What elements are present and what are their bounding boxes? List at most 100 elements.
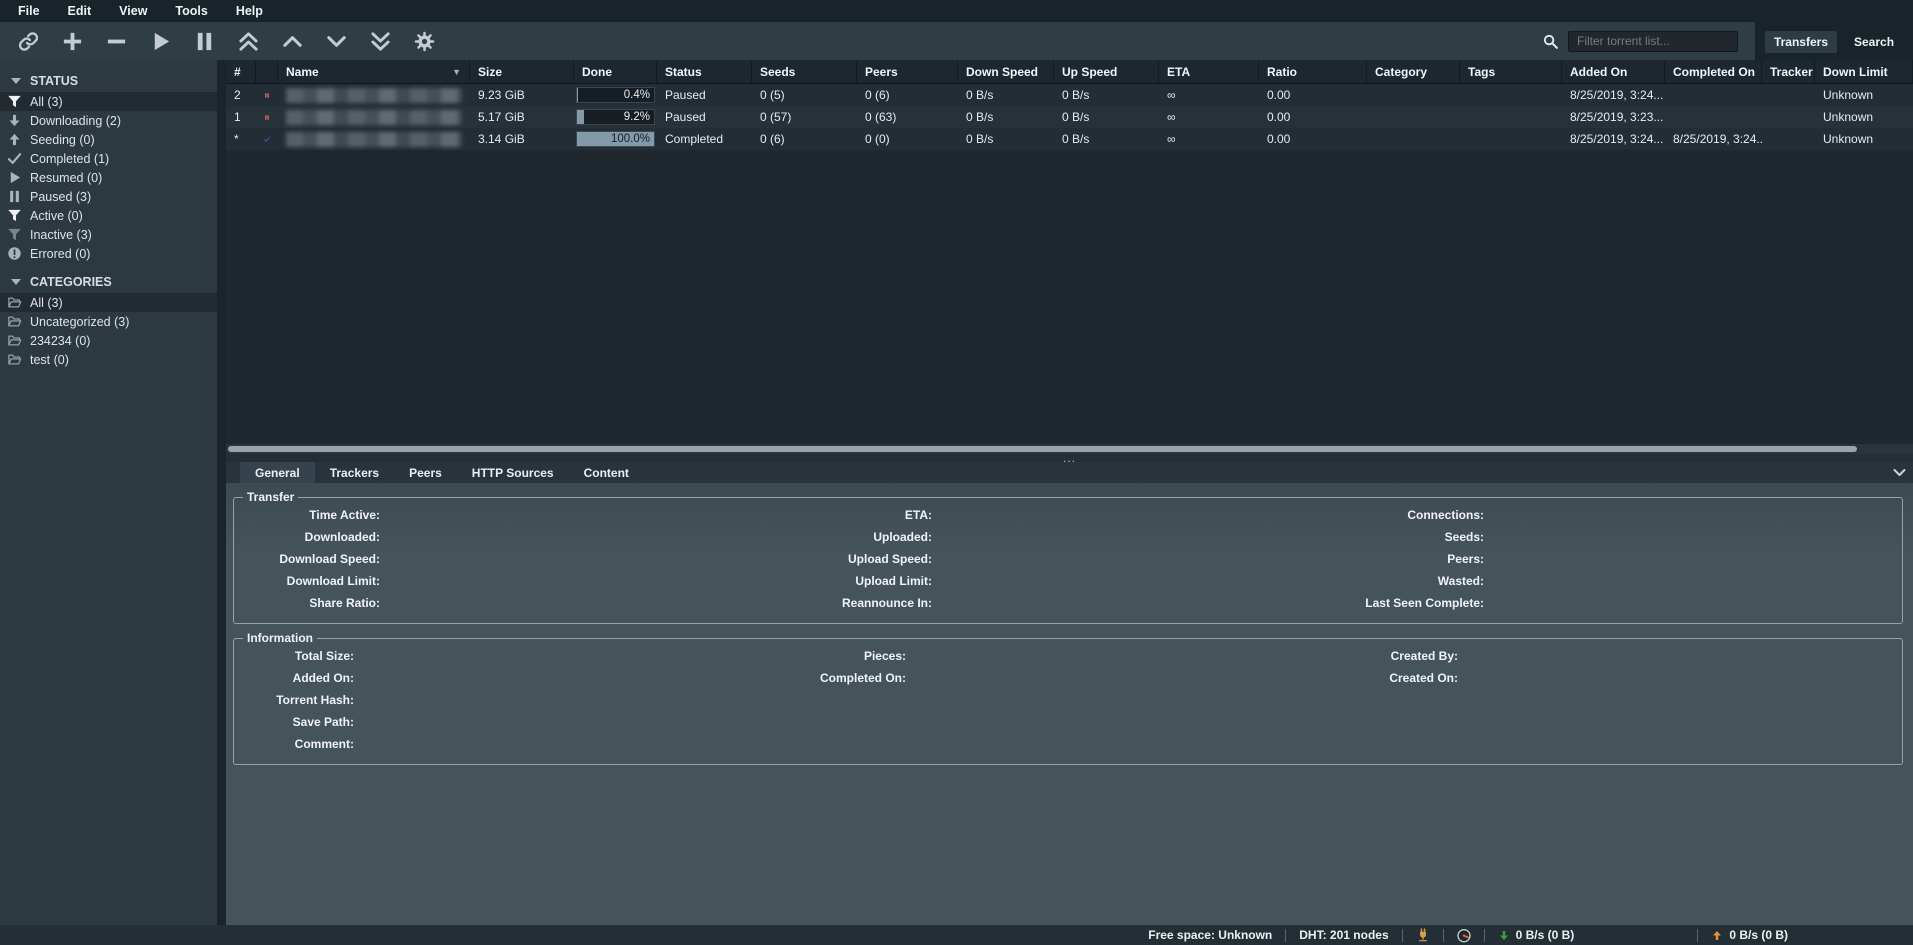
section-legend: Information [243, 631, 317, 645]
tab-peers[interactable]: Peers [394, 462, 457, 483]
view-tab-search[interactable]: Search [1845, 31, 1903, 53]
cell-peers: 0 (0) [857, 128, 958, 150]
double-chevron-up-icon [237, 30, 260, 53]
menu-tools[interactable]: Tools [161, 2, 221, 20]
torrent-row[interactable]: 15.17 GiB9.2%Paused0 (57)0 (63)0 B/s0 B/… [226, 106, 1913, 128]
col-header-state[interactable] [256, 60, 278, 83]
add-torrent-link-button[interactable] [6, 25, 50, 57]
sidebar-item-status-completed-1[interactable]: Completed (1) [0, 149, 217, 168]
col-header-down-speed[interactable]: Down Speed [958, 60, 1054, 83]
col-header-[interactable]: # [226, 60, 256, 83]
col-header-added-on[interactable]: Added On [1562, 60, 1665, 83]
col-header-status[interactable]: Status [657, 60, 752, 83]
scrollbar-thumb[interactable] [228, 446, 1857, 452]
col-header-up-speed[interactable]: Up Speed [1054, 60, 1159, 83]
menu-file[interactable]: File [4, 2, 54, 20]
sidebar-header-status[interactable]: STATUS [0, 70, 217, 92]
move-bottom-button[interactable] [358, 25, 402, 57]
col-header-size[interactable]: Size [470, 60, 574, 83]
move-up-button[interactable] [270, 25, 314, 57]
field-label-added-on: Added On: [240, 667, 354, 689]
cell-down_limit: Unknown [1815, 84, 1913, 106]
pause-icon [193, 30, 216, 53]
tab-trackers[interactable]: Trackers [315, 462, 394, 483]
col-header-seeds[interactable]: Seeds [752, 60, 857, 83]
sidebar-item-status-paused-3[interactable]: Paused (3) [0, 187, 217, 206]
resume-button[interactable] [138, 25, 182, 57]
delete-torrent-button[interactable] [94, 25, 138, 57]
move-down-button[interactable] [314, 25, 358, 57]
view-tab-transfers[interactable]: Transfers [1765, 31, 1837, 53]
sidebar-item-label: test (0) [30, 353, 69, 367]
sidebar-item-categories-all-3[interactable]: All (3) [0, 293, 217, 312]
sidebar-section-status: STATUSAll (3)Downloading (2)Seeding (0)C… [0, 70, 217, 263]
view-switcher: Transfers Search [1755, 0, 1913, 60]
tab-general[interactable]: General [240, 462, 315, 483]
alt-speed-limits-icon[interactable] [1444, 927, 1484, 943]
cell-seeds: 0 (5) [752, 84, 857, 106]
completed-state-icon [264, 133, 270, 146]
col-header-completed-on[interactable]: Completed On [1665, 60, 1762, 83]
field-label-last-seen-complete: Last Seen Complete: [1344, 592, 1484, 614]
col-header-tracker[interactable]: Tracker [1762, 60, 1815, 83]
col-header-name[interactable]: Name▼ [278, 60, 470, 83]
col-header-label: Seeds [760, 65, 795, 79]
field-label-comment: Comment: [240, 733, 354, 755]
connection-status-icon[interactable] [1403, 927, 1443, 943]
sidebar-item-status-active-0[interactable]: Active (0) [0, 206, 217, 225]
section-column: Created By:Created On: [1344, 645, 1896, 755]
pause-button[interactable] [182, 25, 226, 57]
tab-content[interactable]: Content [569, 462, 644, 483]
col-header-label: Tracker [1770, 65, 1813, 79]
panel-splitter[interactable]: ... [226, 454, 1913, 462]
add-torrent-file-button[interactable] [50, 25, 94, 57]
cell-added_on: 8/25/2019, 3:24... [1562, 84, 1665, 106]
sidebar-item-status-resumed-0[interactable]: Resumed (0) [0, 168, 217, 187]
tab-http-sources[interactable]: HTTP Sources [457, 462, 569, 483]
splitter-handle[interactable]: ... [1063, 456, 1076, 461]
progress-bar: 100.0% [576, 131, 655, 147]
menu-help[interactable]: Help [222, 2, 277, 20]
sidebar-item-status-errored-0[interactable]: Errored (0) [0, 244, 217, 263]
filter-input[interactable] [1568, 31, 1738, 52]
field-label-peers: Peers: [1344, 548, 1484, 570]
col-header-down-limit[interactable]: Down Limit [1815, 60, 1913, 83]
sidebar-item-status-inactive-3[interactable]: Inactive (3) [0, 225, 217, 244]
col-header-peers[interactable]: Peers [857, 60, 958, 83]
col-header-category[interactable]: Category [1367, 60, 1460, 83]
col-header-ratio[interactable]: Ratio [1259, 60, 1367, 83]
col-header-label: Down Limit [1823, 65, 1888, 79]
col-header-done[interactable]: Done [574, 60, 657, 83]
cell-name [278, 84, 470, 106]
menu-edit[interactable]: Edit [54, 2, 106, 20]
sidebar-item-status-all-3[interactable]: All (3) [0, 92, 217, 111]
col-header-label: Added On [1570, 65, 1627, 79]
sidebar-item-categories-234234-0[interactable]: 234234 (0) [0, 331, 217, 350]
folder-icon [7, 352, 22, 367]
sidebar-item-categories-uncategorized-3[interactable]: Uncategorized (3) [0, 312, 217, 331]
menu-view[interactable]: View [105, 2, 161, 20]
sidebar-item-status-seeding-0[interactable]: Seeding (0) [0, 130, 217, 149]
field-label-created-on: Created On: [1344, 667, 1458, 689]
field-label-total-size: Total Size: [240, 645, 354, 667]
cell-tags [1460, 84, 1562, 106]
horizontal-scrollbar[interactable] [226, 444, 1913, 454]
qbittorrent-webui: FileEditViewToolsHelp Transfers Search ST… [0, 0, 1913, 945]
torrent-row[interactable]: *3.14 GiB100.0%Completed0 (6)0 (0)0 B/s0… [226, 128, 1913, 150]
free-space-label: Free space: Unknown [1135, 928, 1285, 942]
col-header-tags[interactable]: Tags [1460, 60, 1562, 83]
global-upload-speed[interactable]: 0 B/s (0 B) [1698, 928, 1801, 942]
sidebar-item-categories-test-0[interactable]: test (0) [0, 350, 217, 369]
field-label-downloaded: Downloaded: [240, 526, 380, 548]
paused-state-icon [264, 89, 270, 102]
move-top-button[interactable] [226, 25, 270, 57]
panel-collapse-icon[interactable] [1892, 465, 1907, 480]
col-header-eta[interactable]: ETA [1159, 60, 1259, 83]
torrent-row[interactable]: 29.23 GiB0.4%Paused0 (5)0 (6)0 B/s0 B/s∞… [226, 84, 1913, 106]
sidebar-header-categories[interactable]: CATEGORIES [0, 271, 217, 293]
global-download-speed[interactable]: 0 B/s (0 B) [1485, 928, 1588, 942]
dht-nodes-label: DHT: 201 nodes [1286, 928, 1401, 942]
col-header-label: Category [1375, 65, 1427, 79]
sidebar-item-status-downloading-2[interactable]: Downloading (2) [0, 111, 217, 130]
options-button[interactable] [402, 25, 446, 57]
